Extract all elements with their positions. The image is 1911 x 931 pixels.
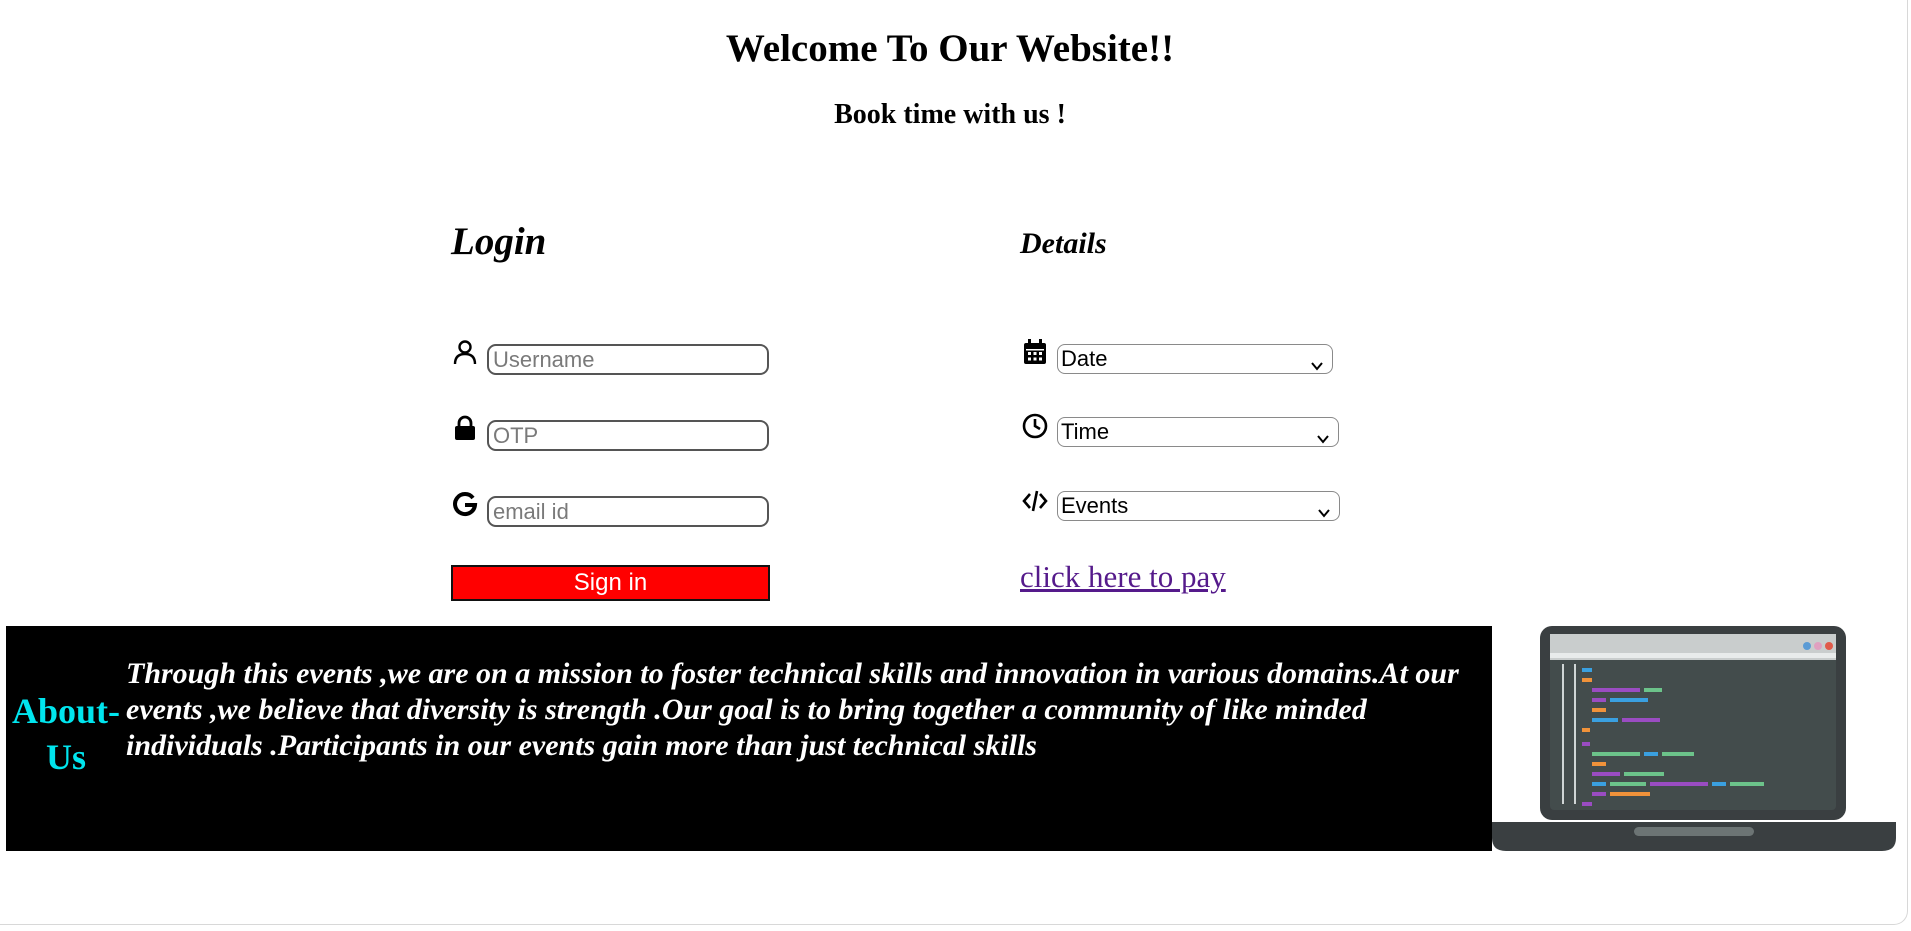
pay-link[interactable]: click here to pay — [1020, 558, 1226, 596]
chevron-down-icon — [1317, 499, 1331, 518]
about-section: About-Us Through this events ,we are on … — [6, 626, 1492, 851]
clock-icon — [1021, 412, 1049, 440]
date-select[interactable]: Date — [1057, 344, 1333, 374]
chevron-down-icon — [1316, 425, 1330, 444]
page-title: Welcome To Our Website!! — [725, 27, 1175, 70]
code-icon — [1021, 487, 1049, 515]
chevron-down-icon — [1310, 352, 1324, 371]
details-heading: Details — [1020, 227, 1107, 260]
calendar-icon — [1021, 338, 1049, 366]
events-select[interactable]: Events — [1057, 491, 1340, 521]
user-icon — [451, 338, 479, 366]
page-subtitle: Book time with us ! — [834, 99, 1066, 130]
lock-icon — [451, 414, 479, 442]
username-input[interactable] — [487, 344, 769, 375]
about-text: Through this events ,we are on a mission… — [126, 657, 1459, 762]
events-select-value: Events — [1061, 493, 1129, 518]
login-heading: Login — [451, 220, 547, 263]
google-icon — [451, 490, 479, 518]
email-input[interactable] — [487, 496, 769, 527]
time-select-value: Time — [1061, 419, 1110, 444]
sign-in-button[interactable]: Sign in — [451, 565, 770, 601]
time-select[interactable]: Time — [1057, 417, 1339, 447]
otp-input[interactable] — [487, 420, 769, 451]
date-select-value: Date — [1061, 346, 1108, 371]
about-heading: About-Us — [11, 691, 121, 777]
laptop-code-image — [1492, 626, 1896, 851]
